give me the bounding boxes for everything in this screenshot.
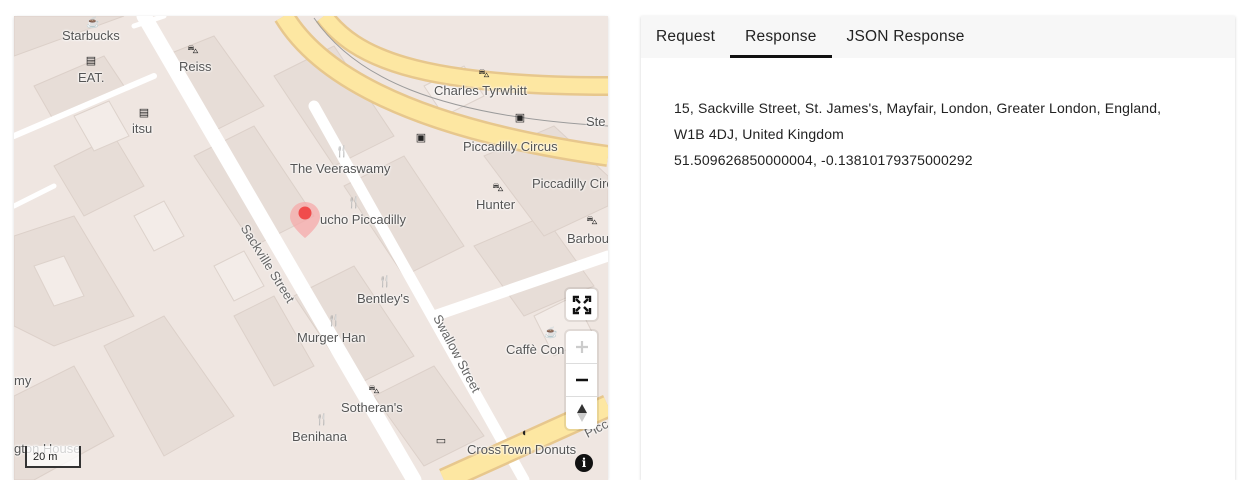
fast-food-icon: ▤ [138,107,150,119]
place-label: Murger Han [297,330,366,345]
fullscreen-button[interactable] [566,289,597,320]
bakery-icon: ◖ [520,427,528,439]
place-label: Starbucks [62,28,120,43]
location-marker-icon[interactable] [288,200,322,240]
zoom-in-button[interactable] [566,331,597,364]
compass-button[interactable] [566,397,597,429]
place-label: ucho Piccadilly [320,212,406,227]
place-label: Bentley's [357,291,410,306]
bus-icon: ▣ [514,112,526,124]
scale-bar: 20 m [25,446,81,468]
place-label: Barbou [567,231,608,246]
restaurant-icon: 🍴 [335,146,349,158]
address-line-1: 15, Sackville Street, St. James's, Mayfa… [674,100,1162,116]
zoom-controls [566,331,597,429]
place-label: Sotheran's [341,400,403,415]
restaurant-icon: 🍴 [378,276,392,288]
address-line-2: W1B 4DJ, United Kingdom [674,126,844,142]
info-icon[interactable]: i [575,454,593,472]
result-panel: Request Response JSON Response 15, Sackv… [641,16,1235,480]
map-view[interactable]: ☕ Starbucks ▤ EAT. ▤ itsu ⛍ Reiss ⛍ Char… [14,16,608,480]
place-label: Hunter [476,197,516,212]
tab-response[interactable]: Response [730,16,832,58]
coordinates: 51.509626850000004, -0.13810179375000292 [674,152,973,168]
zoom-out-button[interactable] [566,364,597,397]
place-label: Caffè Con [506,342,565,357]
shop-icon: ⛍ [187,44,199,56]
shop-icon: ⛍ [368,384,380,396]
place-label: Ste [586,114,606,129]
place-label: itsu [132,121,153,136]
compass-icon [576,404,587,422]
cafe-icon: ☕ [544,327,558,339]
tab-bar: Request Response JSON Response [641,16,1235,58]
plus-icon [575,341,588,353]
atm-icon: ▭ [435,435,447,447]
shop-icon: ⛍ [586,215,598,227]
restaurant-icon: 🍴 [315,414,329,426]
restaurant-icon: 🍴 [327,315,341,327]
restaurant-icon: 🍴 [347,197,361,209]
tab-json-response[interactable]: JSON Response [832,16,980,58]
place-label: Benihana [292,429,347,444]
response-content: 15, Sackville Street, St. James's, Mayfa… [641,58,1235,173]
place-label: Reiss [179,59,212,74]
place-label: EAT. [78,70,105,85]
minus-icon [575,378,588,382]
place-label: Charles Tyrwhitt [434,83,527,98]
shop-icon: ⛍ [478,68,490,80]
place-label: Piccadilly Circ [532,176,608,191]
place-label: Piccadilly Circus [463,139,558,154]
fullscreen-icon [572,295,591,314]
bus-icon: ▣ [415,132,427,144]
place-label: The Veeraswamy [290,161,391,176]
tab-request[interactable]: Request [641,16,730,58]
fast-food-icon: ▤ [85,55,97,67]
place-label: CrossTown Donuts [467,442,577,457]
shop-icon: ⛍ [492,182,504,194]
place-label: my [14,373,32,388]
